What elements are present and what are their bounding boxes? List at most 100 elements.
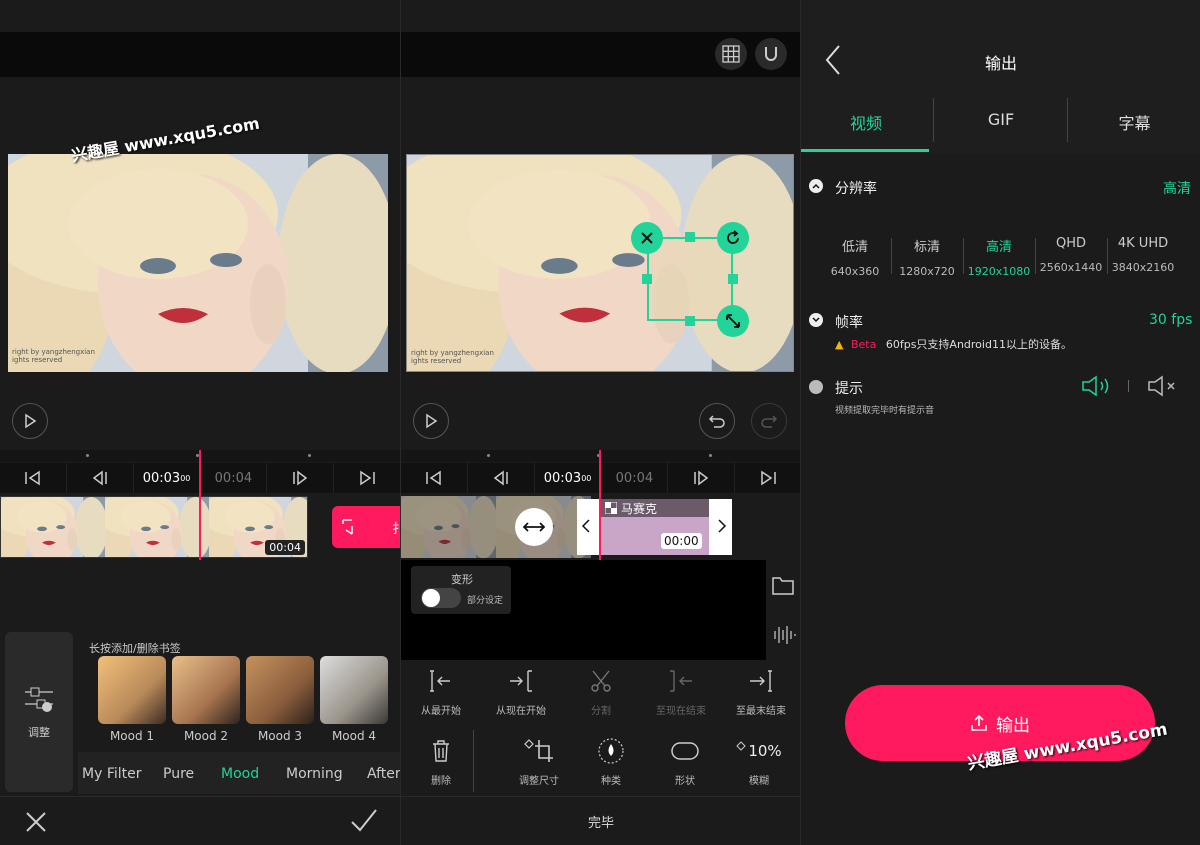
shape-tool[interactable]: 形状 [645, 736, 725, 787]
tool-label: 至现在结束 [656, 706, 706, 717]
rotate-region-button[interactable] [717, 222, 749, 254]
tool-label: 至最末结束 [736, 706, 786, 717]
grid-icon [722, 45, 740, 63]
tab-morning[interactable]: Morning [286, 766, 343, 782]
sound-off-icon[interactable] [1147, 374, 1179, 398]
folder-icon[interactable] [771, 574, 795, 596]
magnet-button[interactable] [755, 38, 787, 70]
tab-video[interactable]: 视频 [801, 110, 931, 134]
hint-bullet [809, 380, 823, 394]
sound-on-icon[interactable] [1081, 374, 1113, 398]
current-time: 00:03 00 [535, 463, 602, 493]
tab-mood[interactable]: Mood [221, 766, 259, 782]
skip-to-start-button[interactable] [0, 463, 67, 493]
skip-start-icon [25, 470, 40, 486]
top-bar [0, 32, 400, 77]
playhead[interactable] [199, 450, 201, 560]
resolution-option[interactable]: 4K UHD 3840x2160 [1107, 236, 1179, 274]
redo-icon [761, 415, 778, 428]
from-now-icon [510, 670, 532, 692]
grid-button[interactable] [715, 38, 747, 70]
delete-region-button[interactable] [631, 222, 663, 254]
transform-sub: 部分设定 [467, 596, 504, 606]
tool-label: 种类 [601, 776, 621, 787]
next-time: 00:04 [601, 463, 669, 493]
resolution-option[interactable]: 低清 640x360 [819, 236, 891, 278]
check-icon[interactable] [350, 808, 378, 834]
resolution-option[interactable]: 标清 1280x720 [891, 236, 963, 278]
skip-end-icon [360, 470, 375, 486]
close-icon[interactable] [24, 810, 48, 834]
filter-thumb-3[interactable] [246, 656, 314, 724]
skip-to-end-button[interactable] [334, 463, 400, 493]
resolution-option[interactable]: QHD 2560x1440 [1035, 236, 1107, 274]
hint-label: 提示 [835, 381, 863, 397]
add-clip-tab[interactable]: 扌 [332, 506, 400, 548]
filter-thumb-4[interactable] [320, 656, 388, 724]
play-button[interactable] [12, 403, 48, 439]
skip-end-icon [761, 470, 776, 486]
close-icon [641, 232, 653, 244]
undo-button[interactable] [699, 403, 735, 439]
adjust-icon [25, 687, 53, 712]
transform-title: 变形 [451, 573, 473, 586]
resize-handle[interactable] [685, 232, 695, 242]
play-button[interactable] [413, 403, 449, 439]
next-frame-button[interactable] [668, 463, 736, 493]
skip-to-start-button[interactable] [401, 463, 468, 493]
resolution-option-selected[interactable]: 高清 1920x1080 [963, 236, 1035, 278]
expand-framerate[interactable] [809, 313, 823, 327]
video-preview: right by yangzhengxian ights reserved [406, 154, 794, 372]
clip-track[interactable]: 00:04 [0, 496, 308, 558]
resize-handle[interactable] [642, 274, 652, 284]
hint-note: 视频提取完毕时有提示音 [835, 406, 935, 416]
transform-toggle[interactable] [421, 588, 461, 608]
tab-subtitles[interactable]: 字幕 [1068, 110, 1200, 134]
filter-label: Mood 4 [331, 729, 377, 743]
blur-tool[interactable]: 10% 模糊 [719, 736, 799, 787]
tab-gif[interactable]: GIF [934, 110, 1068, 129]
chevron-right-icon[interactable] [717, 519, 727, 533]
mosaic-region[interactable] [647, 237, 733, 321]
skip-to-end-button[interactable] [735, 463, 800, 493]
adjust-button[interactable]: 调整 [5, 632, 73, 792]
clip-track[interactable] [401, 496, 591, 558]
upload-icon [971, 714, 987, 731]
mosaic-time: 00:00 [661, 533, 702, 549]
from-now-tool[interactable]: 从现在开始 [481, 666, 561, 717]
delete-tool[interactable]: 删除 [401, 736, 481, 787]
prev-frame-button[interactable] [67, 463, 134, 493]
scale-region-button[interactable] [717, 305, 749, 337]
side-tab-label: 扌 [392, 522, 400, 537]
scissors-icon [591, 670, 611, 692]
move-layer-button[interactable] [515, 508, 553, 546]
type-tool[interactable]: 种类 [571, 736, 651, 787]
adjust-label: 调整 [28, 726, 50, 739]
from-start-tool[interactable]: 从最开始 [401, 666, 481, 717]
horizontal-arrows-icon [523, 522, 545, 532]
to-end-tool[interactable]: 至最末结束 [721, 666, 800, 717]
redo-button[interactable] [751, 403, 787, 439]
filter-thumb-1[interactable] [98, 656, 166, 724]
skip-start-icon [426, 470, 441, 486]
waveform-icon[interactable] [769, 624, 797, 646]
chevron-left-icon[interactable] [581, 519, 591, 533]
split-tool[interactable]: 分割 [561, 666, 641, 717]
collapse-resolution[interactable] [809, 179, 823, 193]
tab-my-filter[interactable]: My Filter [82, 766, 142, 782]
resize-handle[interactable] [685, 316, 695, 326]
scale-icon [726, 314, 740, 328]
next-frame-button[interactable] [267, 463, 335, 493]
transition-icon [342, 519, 353, 535]
tool-label: 调整尺寸 [519, 776, 559, 787]
to-now-tool[interactable]: 至现在结束 [641, 666, 721, 717]
tab-afternoon[interactable]: Aftern [367, 766, 400, 782]
filter-label: Mood 2 [183, 729, 229, 743]
mosaic-icon [605, 502, 617, 514]
filter-thumb-2[interactable] [172, 656, 240, 724]
prev-frame-button[interactable] [468, 463, 535, 493]
done-button[interactable]: 完毕 [401, 796, 800, 845]
resize-tool[interactable]: 调整尺寸 [499, 736, 579, 787]
tab-pure[interactable]: Pure [163, 766, 194, 782]
resize-handle[interactable] [728, 274, 738, 284]
